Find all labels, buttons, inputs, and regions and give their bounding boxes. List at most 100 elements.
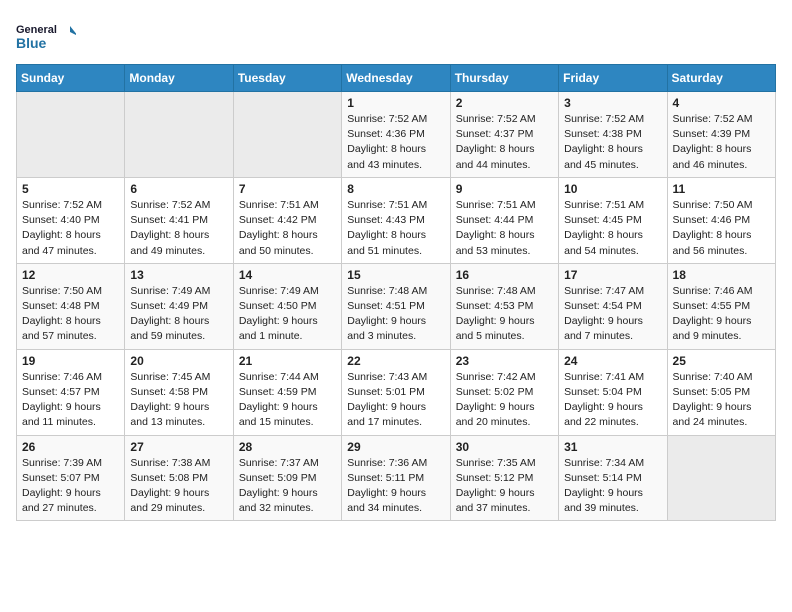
day-info: Sunrise: 7:48 AMSunset: 4:51 PMDaylight:… [347,284,444,345]
day-info: Sunrise: 7:51 AMSunset: 4:42 PMDaylight:… [239,198,336,259]
day-number: 4 [673,96,770,110]
day-number: 24 [564,354,661,368]
day-info: Sunrise: 7:48 AMSunset: 4:53 PMDaylight:… [456,284,553,345]
page-header: General Blue [16,16,776,56]
day-info: Sunrise: 7:44 AMSunset: 4:59 PMDaylight:… [239,370,336,431]
calendar-cell [667,435,775,521]
calendar-cell: 2 Sunrise: 7:52 AMSunset: 4:37 PMDaylight… [450,92,558,178]
calendar-cell: 30Sunrise: 7:35 AMSunset: 5:12 PMDayligh… [450,435,558,521]
calendar-cell: 12Sunrise: 7:50 AMSunset: 4:48 PMDayligh… [17,263,125,349]
calendar-cell: 15 Sunrise: 7:48 AMSunset: 4:51 PMDayligh… [342,263,450,349]
day-info: Sunrise: 7:42 AMSunset: 5:02 PMDaylight:… [456,370,553,431]
calendar-cell: 19 Sunrise: 7:46 AMSunset: 4:57 PMDayligh… [17,349,125,435]
day-info: Sunrise: 7:46 AMSunset: 4:57 PMDaylight:… [22,370,119,431]
calendar-cell: 13 Sunrise: 7:49 AMSunset: 4:49 PMDayligh… [125,263,233,349]
day-info: Sunrise: 7:52 AMSunset: 4:39 PMDaylight:… [673,112,770,173]
calendar-cell: 27Sunrise: 7:38 AMSunset: 5:08 PMDayligh… [125,435,233,521]
day-info: Sunrise: 7:52 AMSunset: 4:36 PMDaylight:… [347,112,444,173]
day-info: Sunrise: 7:45 AMSunset: 4:58 PMDaylight:… [130,370,227,431]
week-row-4: 19 Sunrise: 7:46 AMSunset: 4:57 PMDayligh… [17,349,776,435]
day-info: Sunrise: 7:52 AMSunset: 4:38 PMDaylight:… [564,112,661,173]
logo: General Blue [16,16,76,56]
calendar-header-row: SundayMondayTuesdayWednesdayThursdayFrid… [17,65,776,92]
day-number: 31 [564,440,661,454]
day-info: Sunrise: 7:41 AMSunset: 5:04 PMDaylight:… [564,370,661,431]
calendar-cell: 3Sunrise: 7:52 AMSunset: 4:38 PMDaylight… [559,92,667,178]
col-header-wednesday: Wednesday [342,65,450,92]
day-number: 8 [347,182,444,196]
day-number: 15 [347,268,444,282]
day-number: 12 [22,268,119,282]
day-info: Sunrise: 7:51 AMSunset: 4:44 PMDaylight:… [456,198,553,259]
calendar-cell: 11 Sunrise: 7:50 AMSunset: 4:46 PMDayligh… [667,177,775,263]
day-info: Sunrise: 7:38 AMSunset: 5:08 PMDaylight:… [130,456,227,517]
day-info: Sunrise: 7:47 AMSunset: 4:54 PMDaylight:… [564,284,661,345]
calendar-cell: 14Sunrise: 7:49 AMSunset: 4:50 PMDayligh… [233,263,341,349]
day-number: 23 [456,354,553,368]
col-header-monday: Monday [125,65,233,92]
week-row-1: 1 Sunrise: 7:52 AMSunset: 4:36 PMDaylight… [17,92,776,178]
calendar-cell: 21 Sunrise: 7:44 AMSunset: 4:59 PMDayligh… [233,349,341,435]
calendar-cell: 26 Sunrise: 7:39 AMSunset: 5:07 PMDayligh… [17,435,125,521]
calendar-cell: 10 Sunrise: 7:51 AMSunset: 4:45 PMDayligh… [559,177,667,263]
day-number: 1 [347,96,444,110]
svg-text:Blue: Blue [16,35,47,51]
day-number: 28 [239,440,336,454]
calendar-cell: 22Sunrise: 7:43 AMSunset: 5:01 PMDayligh… [342,349,450,435]
day-number: 26 [22,440,119,454]
calendar-cell: 20 Sunrise: 7:45 AMSunset: 4:58 PMDayligh… [125,349,233,435]
day-info: Sunrise: 7:49 AMSunset: 4:49 PMDaylight:… [130,284,227,345]
day-number: 18 [673,268,770,282]
calendar-cell: 23 Sunrise: 7:42 AMSunset: 5:02 PMDayligh… [450,349,558,435]
day-info: Sunrise: 7:51 AMSunset: 4:43 PMDaylight:… [347,198,444,259]
calendar-cell: 4 Sunrise: 7:52 AMSunset: 4:39 PMDaylight… [667,92,775,178]
col-header-sunday: Sunday [17,65,125,92]
day-number: 10 [564,182,661,196]
calendar-cell [233,92,341,178]
col-header-tuesday: Tuesday [233,65,341,92]
calendar-cell: 31 Sunrise: 7:34 AMSunset: 5:14 PMDayligh… [559,435,667,521]
calendar-cell: 18Sunrise: 7:46 AMSunset: 4:55 PMDayligh… [667,263,775,349]
day-info: Sunrise: 7:36 AMSunset: 5:11 PMDaylight:… [347,456,444,517]
day-info: Sunrise: 7:34 AMSunset: 5:14 PMDaylight:… [564,456,661,517]
col-header-friday: Friday [559,65,667,92]
calendar-cell [125,92,233,178]
day-number: 17 [564,268,661,282]
day-number: 22 [347,354,444,368]
day-info: Sunrise: 7:51 AMSunset: 4:45 PMDaylight:… [564,198,661,259]
day-info: Sunrise: 7:49 AMSunset: 4:50 PMDaylight:… [239,284,336,345]
calendar-cell: 5 Sunrise: 7:52 AMSunset: 4:40 PMDaylight… [17,177,125,263]
day-info: Sunrise: 7:52 AMSunset: 4:41 PMDaylight:… [130,198,227,259]
week-row-2: 5 Sunrise: 7:52 AMSunset: 4:40 PMDaylight… [17,177,776,263]
day-number: 7 [239,182,336,196]
day-info: Sunrise: 7:35 AMSunset: 5:12 PMDaylight:… [456,456,553,517]
col-header-thursday: Thursday [450,65,558,92]
day-number: 2 [456,96,553,110]
calendar-cell: 24 Sunrise: 7:41 AMSunset: 5:04 PMDayligh… [559,349,667,435]
day-number: 20 [130,354,227,368]
calendar-body: 1 Sunrise: 7:52 AMSunset: 4:36 PMDaylight… [17,92,776,521]
calendar-cell: 9Sunrise: 7:51 AMSunset: 4:44 PMDaylight… [450,177,558,263]
calendar-cell: 1 Sunrise: 7:52 AMSunset: 4:36 PMDaylight… [342,92,450,178]
day-info: Sunrise: 7:52 AMSunset: 4:40 PMDaylight:… [22,198,119,259]
day-number: 6 [130,182,227,196]
calendar-cell: 25Sunrise: 7:40 AMSunset: 5:05 PMDayligh… [667,349,775,435]
calendar-cell [17,92,125,178]
col-header-saturday: Saturday [667,65,775,92]
day-number: 21 [239,354,336,368]
logo-svg: General Blue [16,16,76,56]
day-info: Sunrise: 7:39 AMSunset: 5:07 PMDaylight:… [22,456,119,517]
day-info: Sunrise: 7:50 AMSunset: 4:46 PMDaylight:… [673,198,770,259]
day-info: Sunrise: 7:40 AMSunset: 5:05 PMDaylight:… [673,370,770,431]
week-row-3: 12Sunrise: 7:50 AMSunset: 4:48 PMDayligh… [17,263,776,349]
calendar-cell: 28Sunrise: 7:37 AMSunset: 5:09 PMDayligh… [233,435,341,521]
day-info: Sunrise: 7:52 AMSunset: 4:37 PMDaylight:… [456,112,553,173]
calendar-table: SundayMondayTuesdayWednesdayThursdayFrid… [16,64,776,521]
day-number: 19 [22,354,119,368]
calendar-cell: 16 Sunrise: 7:48 AMSunset: 4:53 PMDayligh… [450,263,558,349]
calendar-cell: 7 Sunrise: 7:51 AMSunset: 4:42 PMDaylight… [233,177,341,263]
day-number: 16 [456,268,553,282]
day-number: 13 [130,268,227,282]
day-number: 5 [22,182,119,196]
day-number: 11 [673,182,770,196]
